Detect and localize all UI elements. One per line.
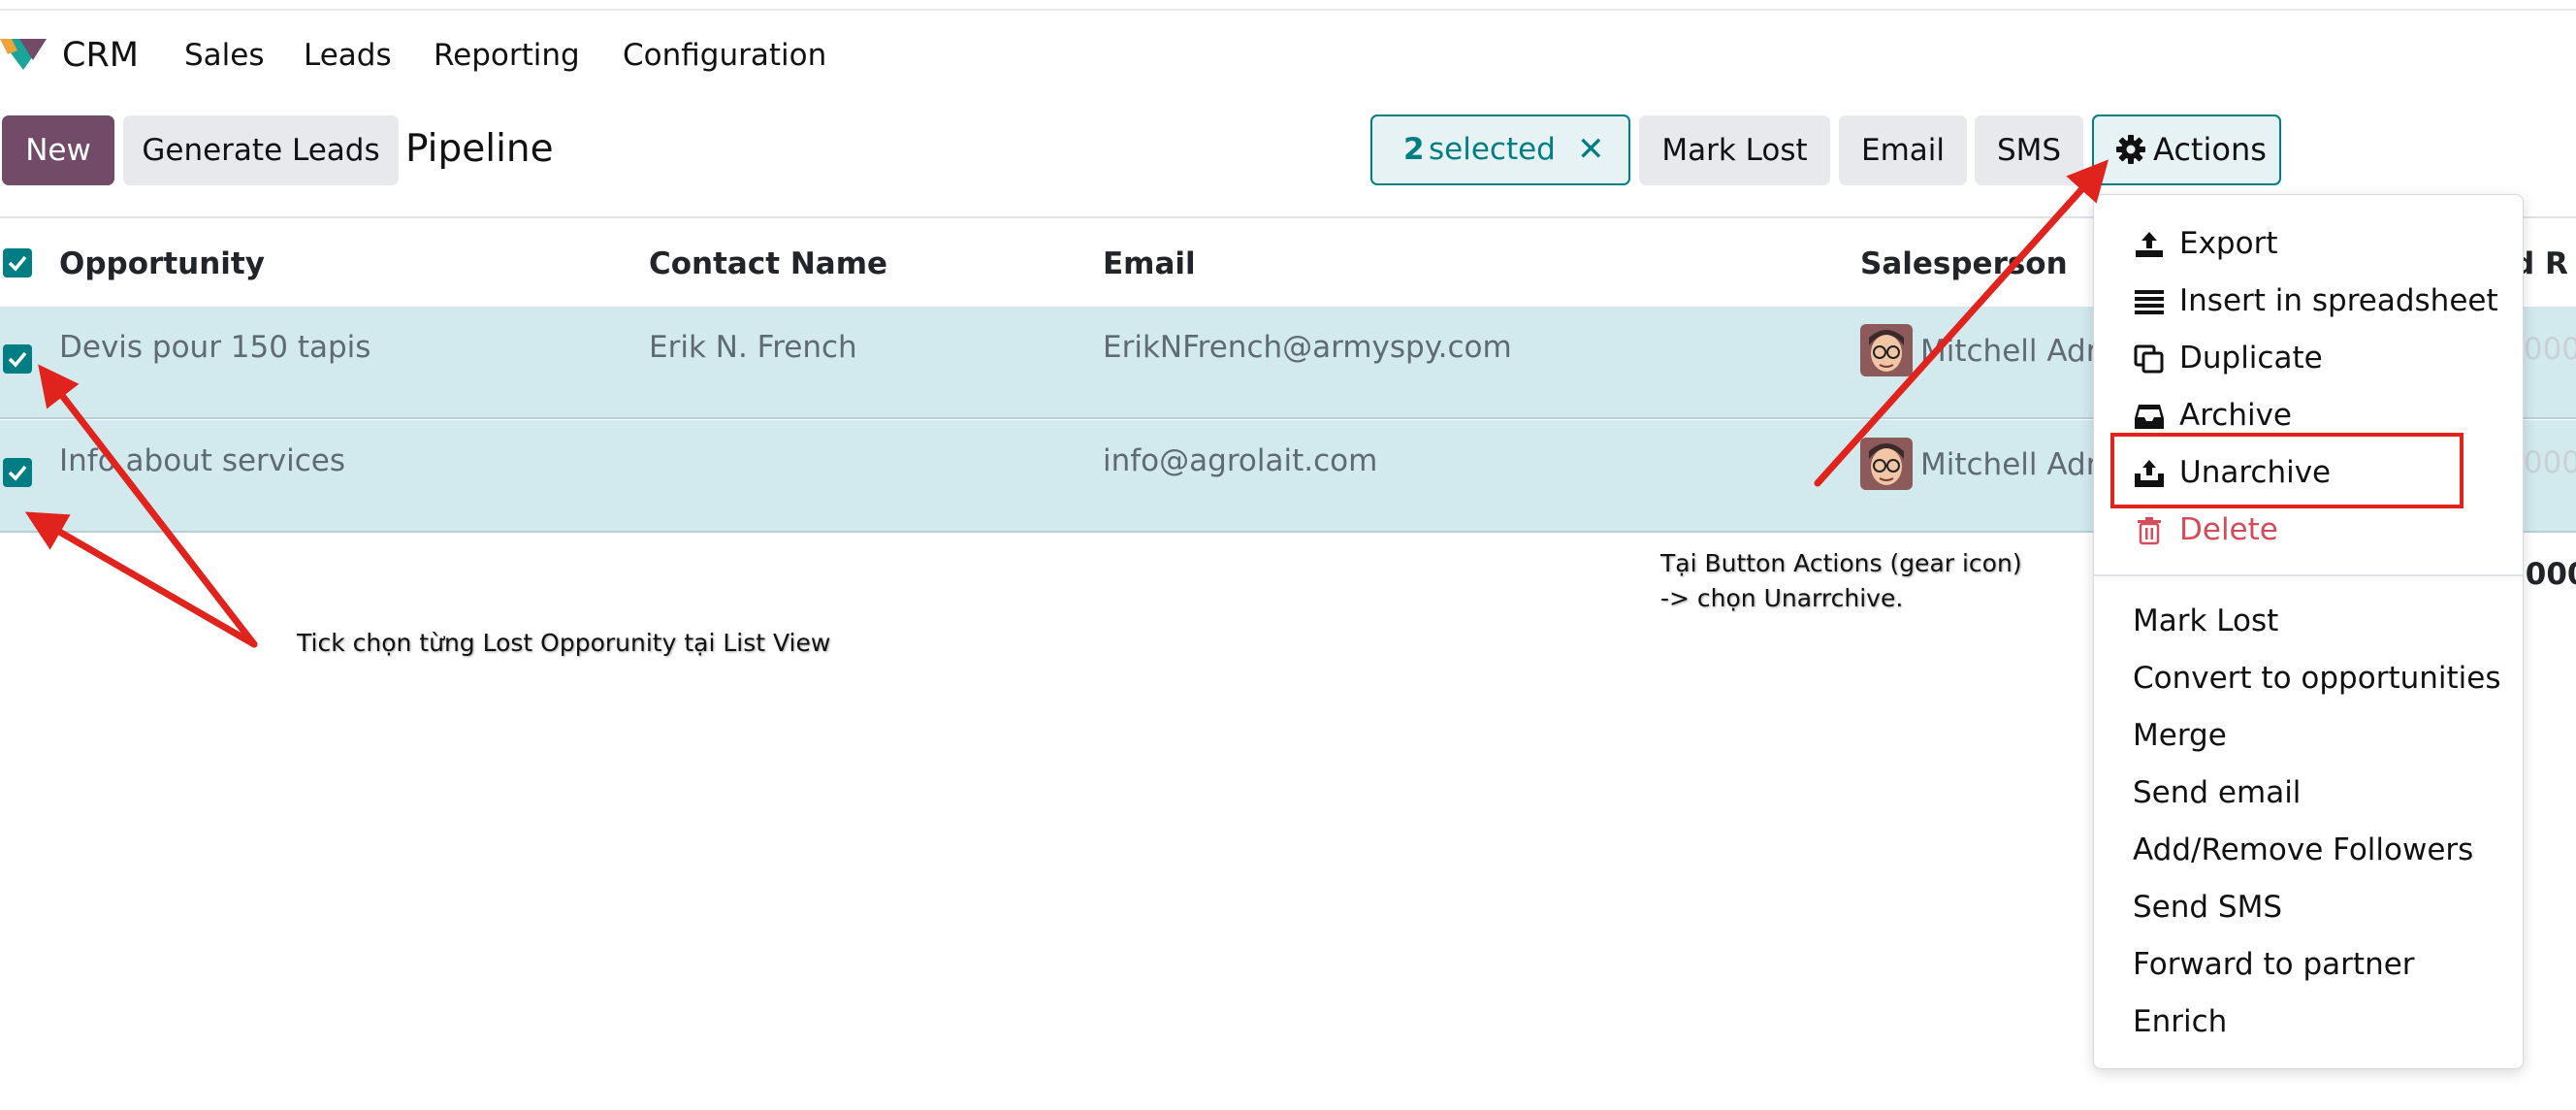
annotation-arrows (24, 159, 2109, 648)
arrow-to-actions-button (1814, 159, 2109, 487)
arrow-to-row1-checkbox (38, 364, 258, 648)
arrow-to-row2-checkbox (24, 511, 258, 648)
